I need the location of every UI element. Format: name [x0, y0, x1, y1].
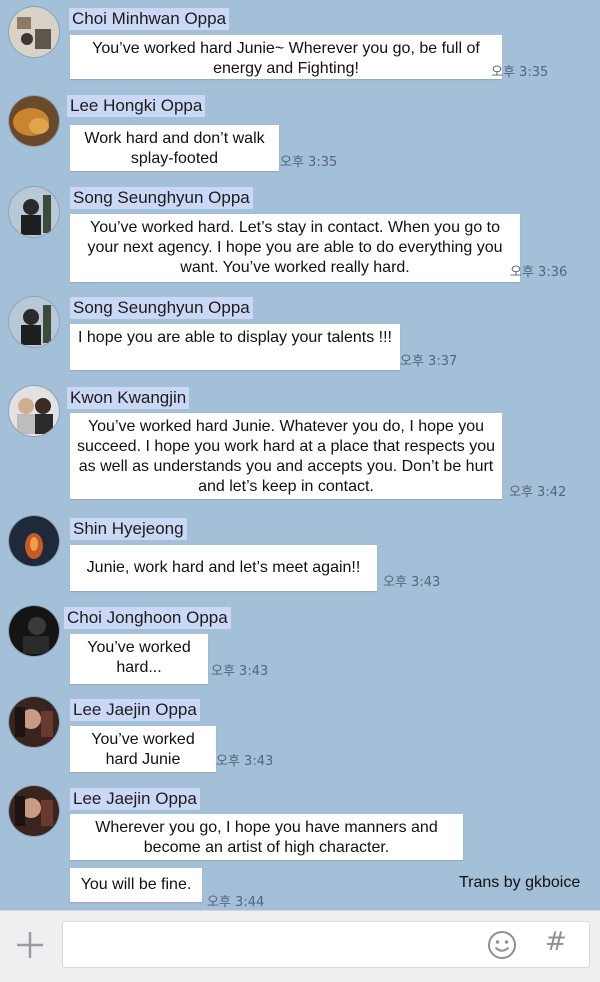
sender-name: Song Seunghyun Oppa: [70, 297, 253, 319]
message-time: 오후 3:37: [400, 354, 458, 369]
message-bubble[interactable]: You’ve worked hard Junie. Whatever you d…: [70, 413, 502, 499]
avatar[interactable]: [9, 7, 59, 57]
avatar[interactable]: [9, 786, 59, 836]
hash-button[interactable]: #: [545, 927, 567, 957]
avatar[interactable]: [9, 386, 59, 436]
smiley-icon[interactable]: [486, 929, 518, 961]
message-bubble[interactable]: You will be fine.: [70, 868, 202, 902]
sender-name: Shin Hyejeong: [70, 518, 187, 540]
sender-name: Lee Hongki Oppa: [67, 95, 206, 117]
avatar[interactable]: [9, 697, 59, 747]
message-bubble[interactable]: Junie, work hard and let’s meet again!!: [70, 545, 377, 591]
sender-name: Kwon Kwangjin: [67, 387, 190, 409]
message-bubble[interactable]: You’ve worked hard...: [70, 634, 208, 684]
avatar[interactable]: [9, 297, 59, 347]
sender-name: Lee Jaejin Oppa: [70, 788, 200, 810]
message-bubble[interactable]: Work hard and don’t walk splay-footed: [70, 125, 279, 171]
message-bubble[interactable]: Wherever you go, I hope you have manners…: [70, 814, 463, 860]
avatar[interactable]: [9, 516, 59, 566]
message-time: 오후 3:44: [207, 895, 265, 910]
message-time: 오후 3:42: [509, 485, 567, 500]
message-time: 오후 3:43: [383, 575, 441, 590]
message-time: 오후 3:36: [510, 265, 568, 280]
message-time: 오후 3:43: [211, 664, 269, 679]
message-bubble[interactable]: I hope you are able to display your tale…: [70, 324, 400, 370]
message-time: 오후 3:35: [280, 155, 338, 170]
message-time: 오후 3:43: [216, 754, 274, 769]
message-time: 오후 3:35: [491, 65, 549, 80]
sender-name: Lee Jaejin Oppa: [70, 699, 200, 721]
plus-icon[interactable]: [12, 927, 48, 963]
avatar[interactable]: [9, 96, 59, 146]
sender-name: Song Seunghyun Oppa: [70, 187, 253, 209]
message-bubble[interactable]: You’ve worked hard Junie~ Wherever you g…: [70, 35, 502, 79]
chat-area[interactable]: Choi Minhwan Oppa You’ve worked hard Jun…: [0, 0, 600, 910]
translator-credit: Trans by gkboice: [459, 874, 581, 891]
avatar[interactable]: [9, 606, 59, 656]
avatar[interactable]: [9, 187, 59, 237]
message-bubble[interactable]: You’ve worked hard. Let’s stay in contac…: [70, 214, 520, 282]
message-bubble[interactable]: You’ve worked hard Junie: [70, 726, 216, 772]
sender-name: Choi Jonghoon Oppa: [64, 607, 231, 629]
sender-name: Choi Minhwan Oppa: [69, 8, 230, 30]
